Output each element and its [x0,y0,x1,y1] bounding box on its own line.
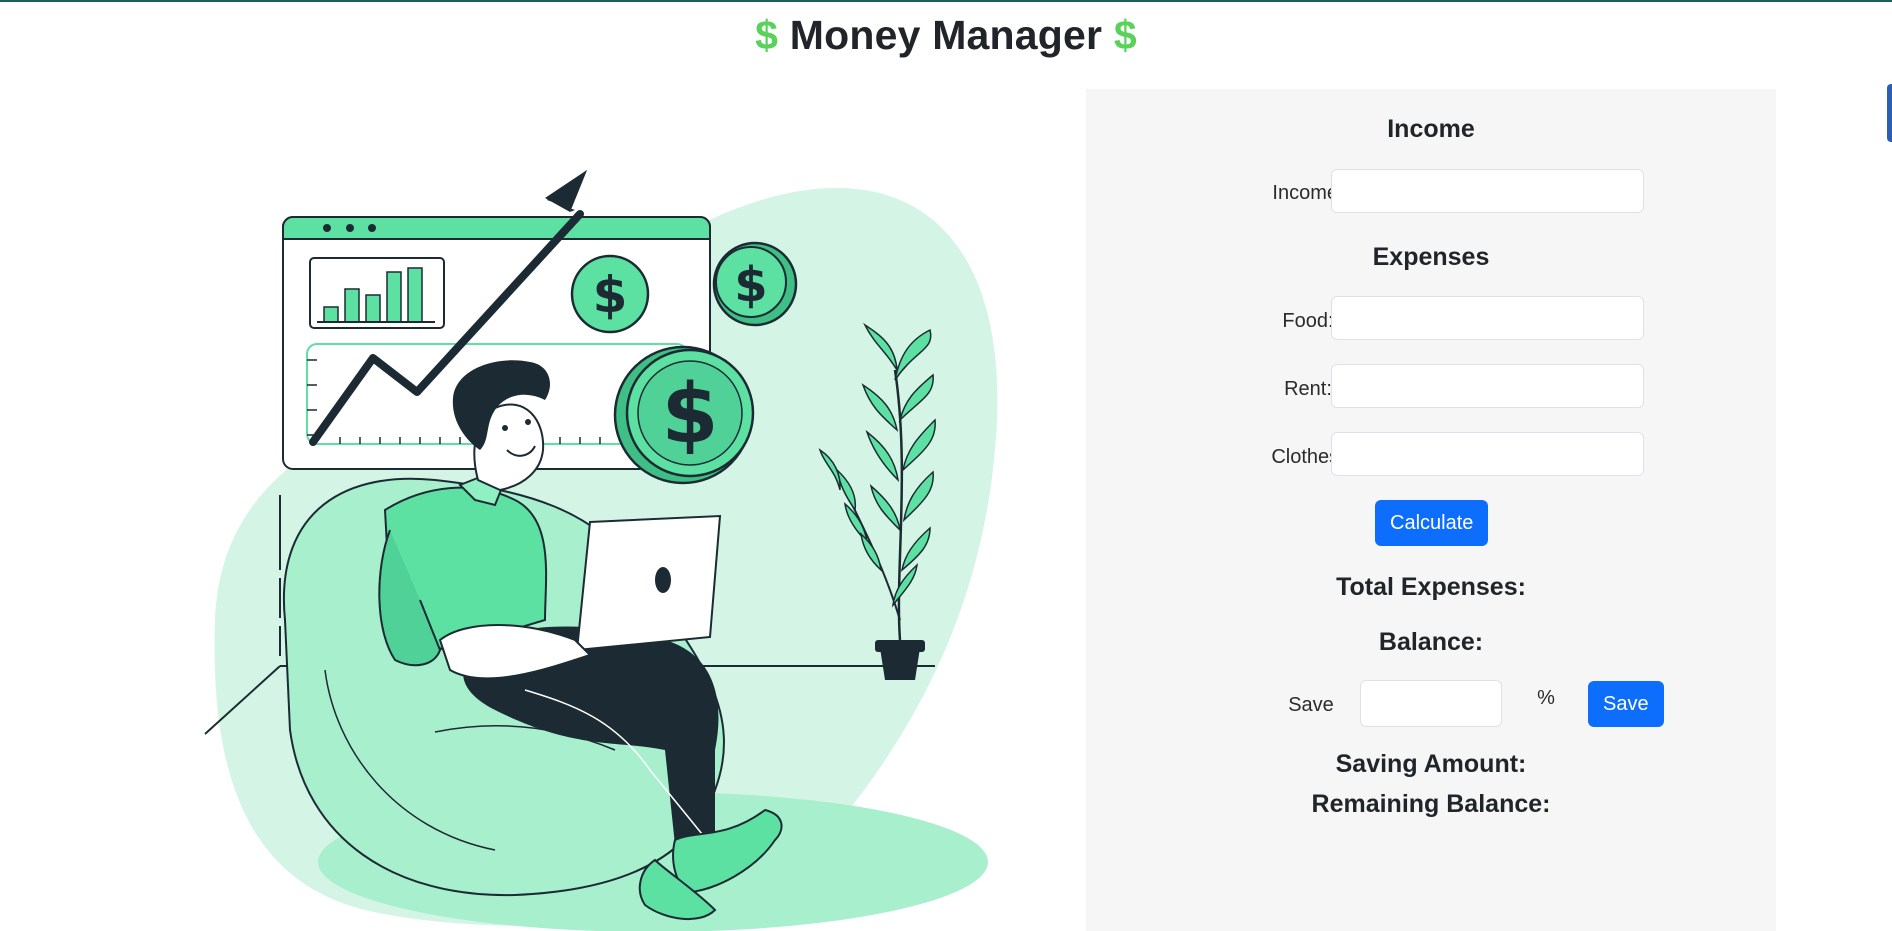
balance-label: Balance: [1378,628,1484,656]
dollar-icon: $ [755,12,779,58]
income-input[interactable] [1331,169,1644,213]
saving-amount-label: Saving Amount: [1335,750,1527,778]
svg-text:$: $ [734,257,767,313]
page-title: $ Money Manager $ [0,8,1892,62]
income-heading: Income [1387,115,1475,143]
svg-text:$: $ [593,266,628,324]
scrollbar-edge[interactable] [1887,84,1892,142]
finance-illustration: $ $ $ [204,170,998,931]
page-title-text: Money Manager [789,12,1103,58]
rent-input[interactable] [1331,364,1644,408]
clothes-input[interactable] [1331,432,1644,476]
calculate-button[interactable]: Calculate [1375,500,1489,546]
save-button[interactable]: Save [1588,681,1664,727]
money-form-panel: Income Income: Expenses Food: Rent: Clot… [1086,89,1776,931]
expenses-heading: Expenses [1372,243,1490,271]
svg-text:$: $ [661,367,718,462]
remaining-balance-label: Remaining Balance: [1311,790,1551,818]
top-border [0,0,1892,2]
food-input[interactable] [1331,296,1644,340]
total-expenses-label: Total Expenses: [1336,573,1526,601]
dollar-icon: $ [1113,12,1137,58]
